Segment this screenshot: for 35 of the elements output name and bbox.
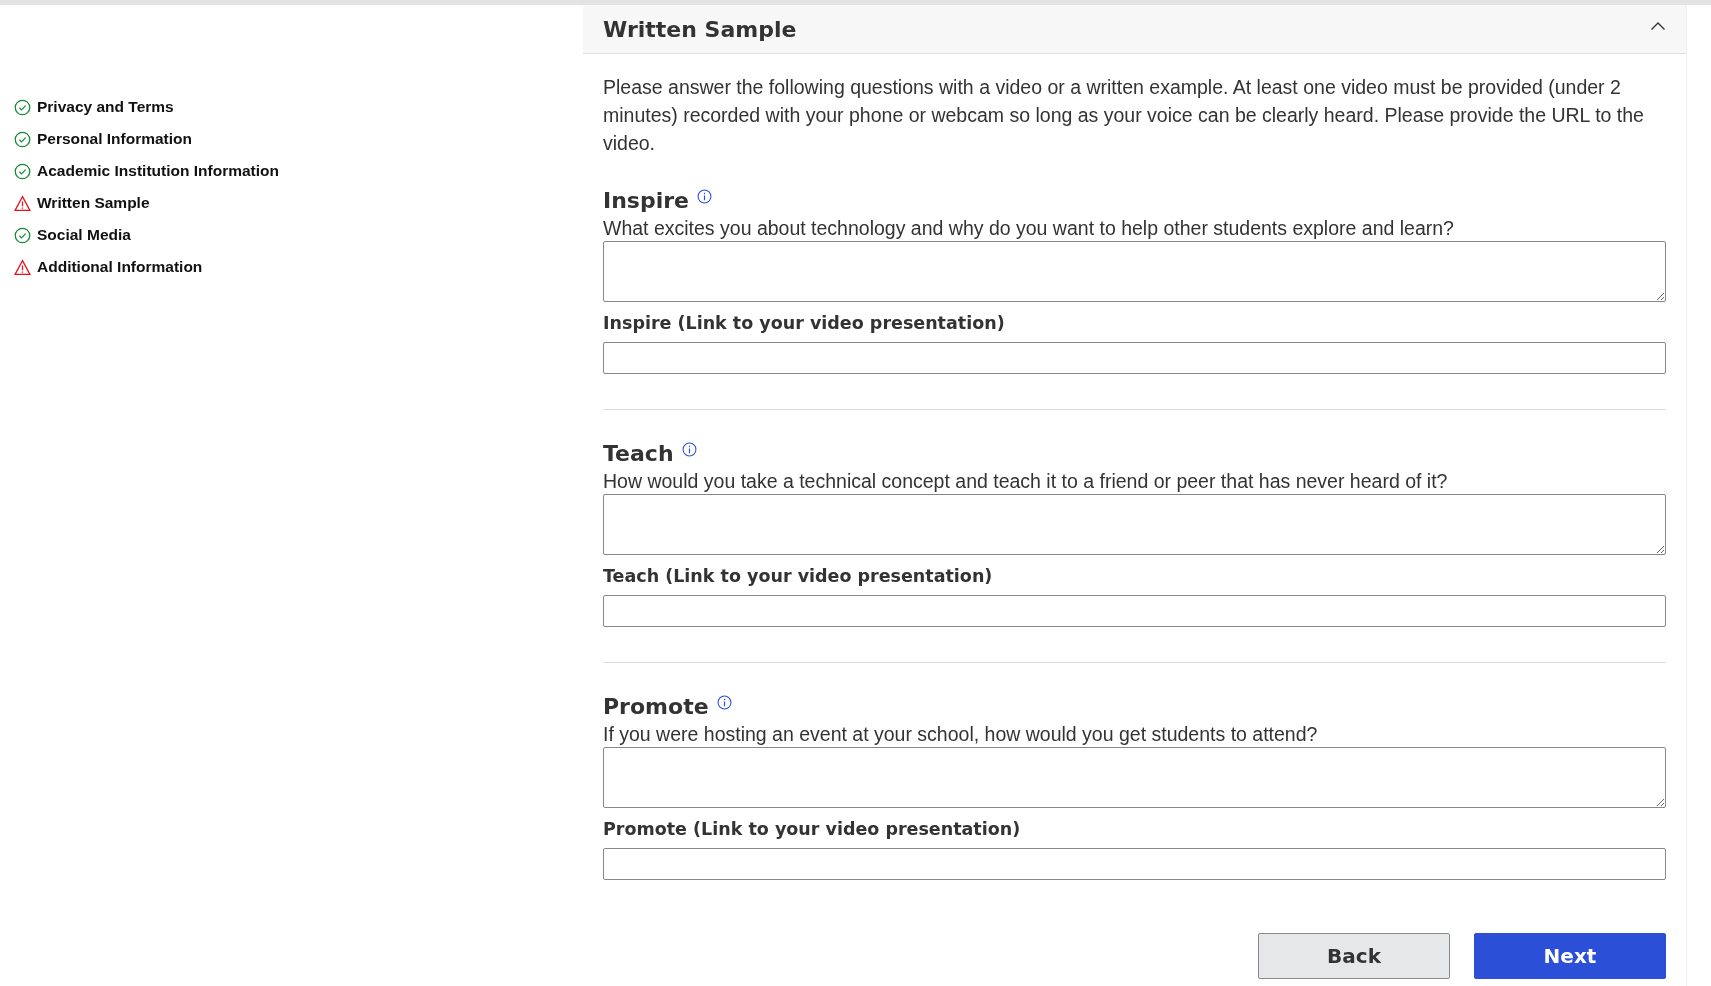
- next-button[interactable]: Next: [1474, 933, 1666, 979]
- answer-textarea[interactable]: [603, 747, 1666, 808]
- warning-icon: [14, 194, 31, 212]
- field-label: Teach (Link to your video presentation): [603, 565, 994, 588]
- check-circle-icon: [14, 130, 31, 148]
- question-heading: Teach: [603, 440, 674, 468]
- check-circle-icon: [14, 98, 31, 116]
- panel-title: Written Sample: [603, 16, 797, 42]
- answer-textarea[interactable]: [603, 494, 1666, 555]
- url-input-field[interactable]: [603, 595, 1666, 627]
- sidebar-item[interactable]: Written Sample: [37, 194, 150, 212]
- sidebar-item[interactable]: Privacy and Terms: [37, 98, 174, 116]
- warning-icon: [14, 258, 31, 276]
- question-heading: Inspire: [603, 187, 689, 215]
- info-icon[interactable]: [697, 189, 712, 204]
- question-text: If you were hosting an event at your school, how would you get students to attend?: [603, 722, 1319, 747]
- sidebar-item[interactable]: Personal Information: [37, 130, 193, 148]
- check-circle-icon: [14, 226, 31, 244]
- answer-textarea[interactable]: [603, 241, 1666, 302]
- back-button[interactable]: Back: [1258, 933, 1450, 979]
- url-input-field[interactable]: [603, 342, 1666, 374]
- question-text: How would you take a technical concept and teach it to a friend or peer that has never heard of it?: [603, 469, 1449, 494]
- field-label: Promote (Link to your video presentation): [603, 818, 1022, 841]
- sidebar-item[interactable]: Academic Institution Information: [37, 162, 279, 180]
- sidebar-item[interactable]: Additional Information: [37, 258, 203, 276]
- instructions-paragraph: Please answer the following questions with a video or a written example. At least one video must be provided (under 2 minutes) recorded with your phone or webcam so long as your voice can be clearly heard. Please provide the URL to the video.: [603, 75, 1645, 156]
- question-text: What excites you about technology and why do you want to help other students explore and learn?: [603, 216, 1455, 241]
- sidebar-item[interactable]: Social Media: [37, 226, 131, 244]
- info-icon[interactable]: [716, 695, 732, 710]
- collapse-chevron-icon[interactable]: [1650, 21, 1666, 31]
- question-heading: Promote: [603, 693, 709, 721]
- url-input-field[interactable]: [603, 848, 1666, 880]
- field-label: Inspire (Link to your video presentation): [603, 312, 1006, 335]
- info-icon[interactable]: [681, 442, 697, 457]
- check-circle-icon: [14, 162, 31, 180]
